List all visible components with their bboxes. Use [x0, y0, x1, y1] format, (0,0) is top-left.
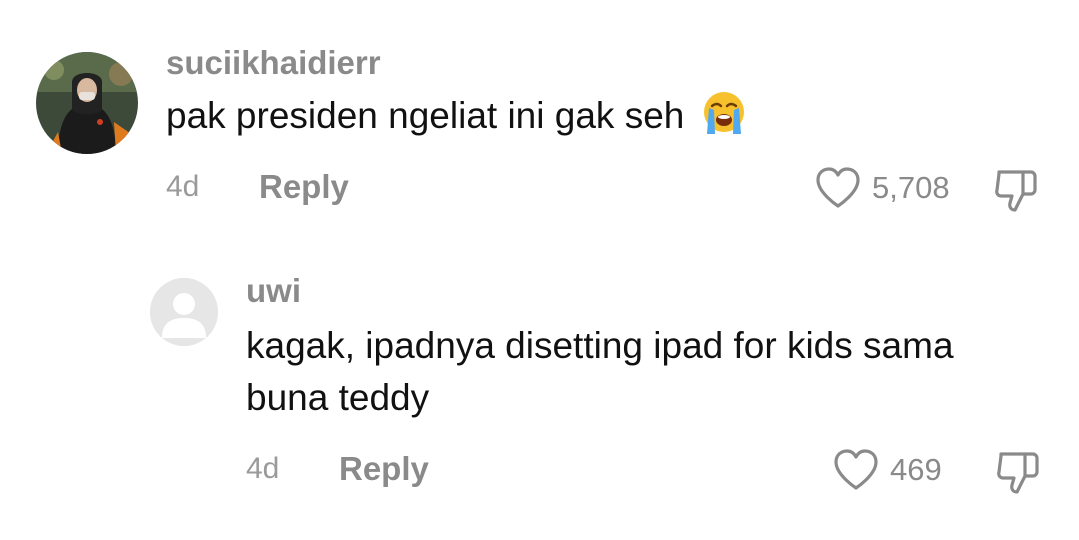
thumbs-down-icon: [997, 452, 1039, 494]
heart-icon: [834, 449, 878, 490]
like-count: 469: [890, 452, 942, 487]
comment-text-line: buna teddy: [246, 377, 430, 418]
thumbs-down-icon: [995, 170, 1037, 212]
reply-button[interactable]: Reply: [339, 450, 429, 488]
default-user-icon: [150, 278, 218, 346]
like-button[interactable]: 469: [832, 448, 942, 492]
comment-text: pak presiden ngeliat ini gak seh: [166, 90, 747, 142]
comment-timestamp: 4d: [166, 170, 200, 203]
comment-text-body: pak presiden ngeliat ini gak seh: [166, 95, 685, 136]
comment-item: suciikhaidierr pak presiden ngeliat ini …: [0, 0, 1079, 230]
heart-icon: [816, 167, 860, 208]
comment-text: kagak, ipadnya disetting ipad for kids s…: [246, 320, 954, 424]
comment-username[interactable]: uwi: [246, 272, 301, 310]
comment-username[interactable]: suciikhaidierr: [166, 44, 381, 82]
like-button[interactable]: 5,708: [814, 166, 950, 210]
like-count: 5,708: [872, 170, 950, 205]
reply-comment-item: uwi kagak, ipadnya disetting ipad for ki…: [0, 230, 1079, 540]
comment-text-line: kagak, ipadnya disetting ipad for kids s…: [246, 325, 954, 366]
dislike-button[interactable]: [993, 166, 1039, 219]
dislike-button[interactable]: [995, 448, 1041, 501]
avatar[interactable]: [36, 52, 138, 154]
avatar-photo: [36, 52, 138, 154]
reply-button[interactable]: Reply: [259, 168, 349, 206]
loudly-crying-face-icon: [703, 92, 744, 134]
avatar[interactable]: [150, 278, 218, 346]
comment-timestamp: 4d: [246, 452, 280, 485]
